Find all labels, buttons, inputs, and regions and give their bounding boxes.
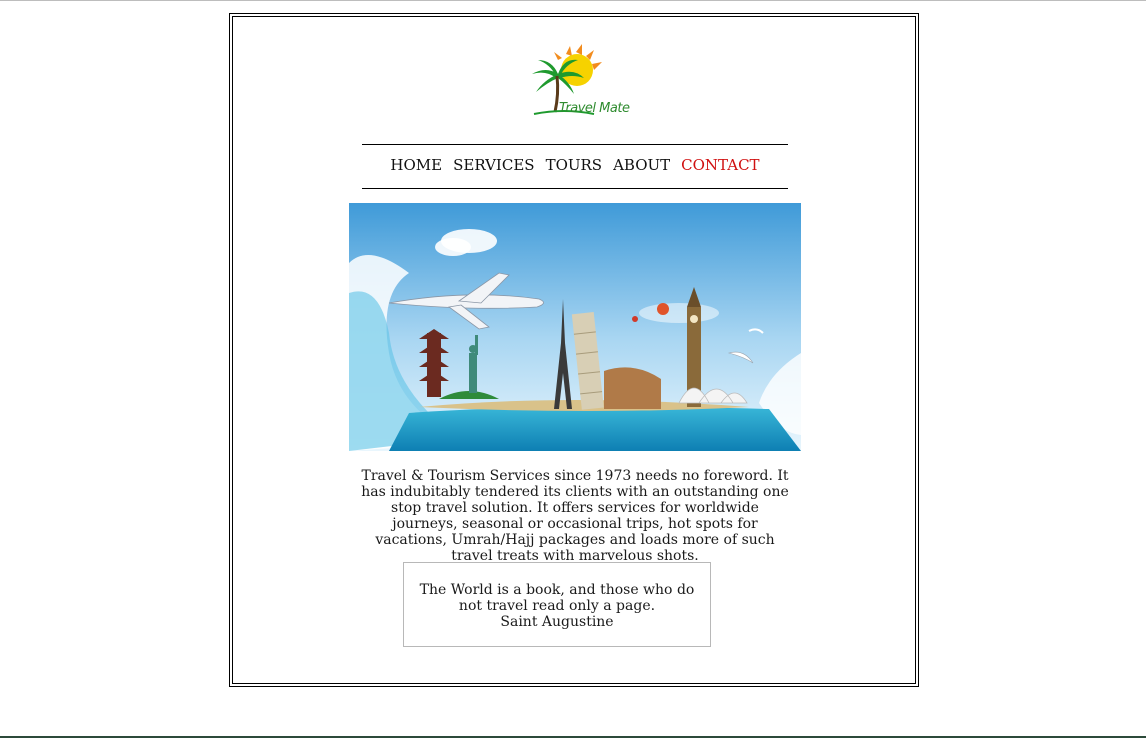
nav-item-about[interactable]: ABOUT [613, 156, 670, 178]
nav-rule-top [362, 144, 788, 145]
nav-rule-bottom [362, 188, 788, 189]
top-rule [0, 0, 1146, 1]
nav-item-contact[interactable]: CONTACT [681, 156, 759, 178]
intro-paragraph: Travel & Tourism Services since 1973 nee… [361, 468, 789, 564]
nav-item-services[interactable]: SERVICES [453, 156, 534, 178]
nav-item-home[interactable]: HOME [390, 156, 442, 178]
main-nav: HOME SERVICES TOURS ABOUT CONTACT [362, 156, 788, 178]
brand-name: Travel Mate [559, 101, 630, 116]
quote-text: The World is a book, and those who do no… [419, 582, 695, 614]
quote-box: The World is a book, and those who do no… [403, 562, 711, 647]
world-landmarks-hero-image [349, 203, 801, 451]
quote-author: Saint Augustine [500, 614, 614, 630]
nav-item-tours[interactable]: TOURS [546, 156, 603, 178]
